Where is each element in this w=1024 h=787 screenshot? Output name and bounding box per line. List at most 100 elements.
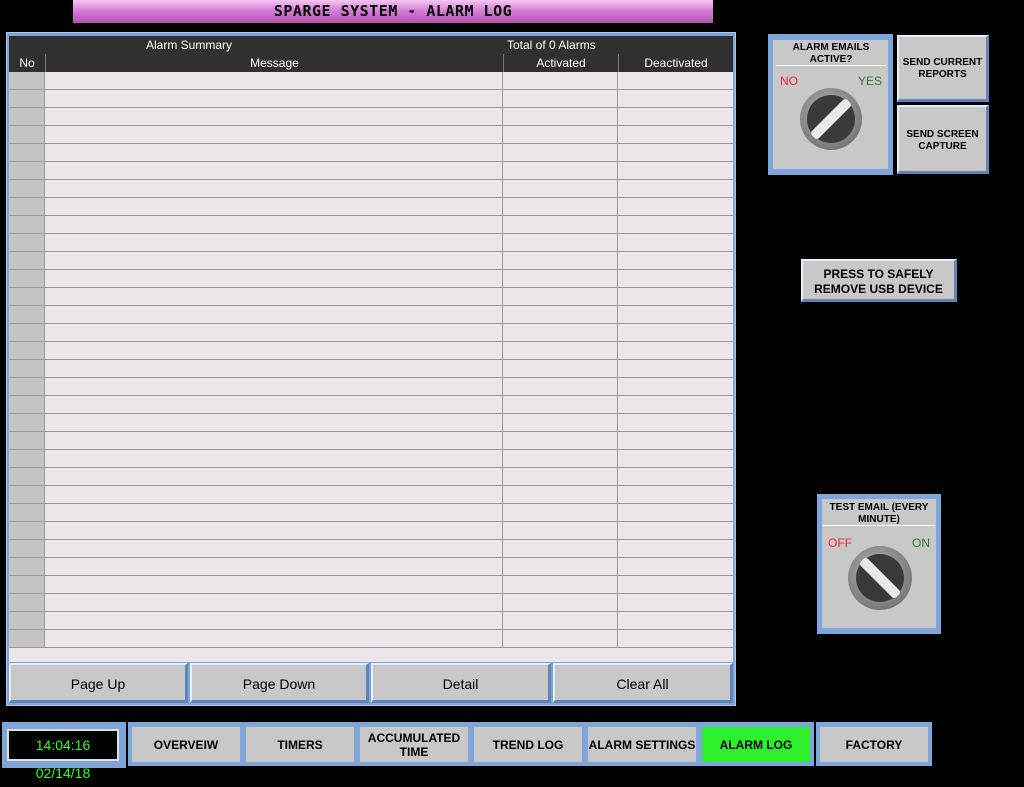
table-row[interactable] [9, 468, 733, 486]
table-cell [9, 414, 45, 431]
table-cell [45, 612, 503, 629]
alarm-table[interactable] [9, 72, 733, 650]
table-cell [45, 180, 503, 197]
table-row[interactable] [9, 198, 733, 216]
table-row[interactable] [9, 594, 733, 612]
table-row[interactable] [9, 450, 733, 468]
table-cell [503, 378, 618, 395]
test-email-off-label: OFF [828, 536, 852, 550]
table-cell [9, 396, 45, 413]
table-cell [9, 612, 45, 629]
detail-button[interactable]: Detail [371, 663, 551, 703]
table-cell [618, 108, 733, 125]
table-row[interactable] [9, 324, 733, 342]
table-row[interactable] [9, 72, 733, 90]
table-cell [618, 306, 733, 323]
table-row[interactable] [9, 144, 733, 162]
table-row[interactable] [9, 342, 733, 360]
table-cell [618, 612, 733, 629]
table-row[interactable] [9, 126, 733, 144]
table-cell [9, 324, 45, 341]
table-cell [9, 180, 45, 197]
nav-trend-log[interactable]: TREND LOG [470, 722, 586, 766]
column-header-activated[interactable]: Activated [503, 54, 618, 72]
nav-alarm-log[interactable]: ALARM LOG [698, 722, 814, 766]
table-cell [9, 234, 45, 251]
column-header-deactivated[interactable]: Deactivated [618, 54, 733, 72]
alarm-emails-rotary-switch-icon[interactable] [800, 88, 862, 150]
table-row[interactable] [9, 360, 733, 378]
table-row[interactable] [9, 90, 733, 108]
table-row[interactable] [9, 288, 733, 306]
table-row[interactable] [9, 558, 733, 576]
table-row[interactable] [9, 522, 733, 540]
table-cell [45, 288, 503, 305]
table-cell [9, 594, 45, 611]
table-cell [9, 288, 45, 305]
table-cell [618, 594, 733, 611]
table-row[interactable] [9, 216, 733, 234]
test-email-on-label: ON [912, 536, 930, 550]
table-row[interactable] [9, 234, 733, 252]
table-cell [618, 576, 733, 593]
column-header-no[interactable]: No [9, 54, 45, 72]
table-cell [45, 414, 503, 431]
table-cell [45, 216, 503, 233]
page-up-button[interactable]: Page Up [9, 663, 188, 703]
table-cell [503, 144, 618, 161]
nav-alarm-settings[interactable]: ALARM SETTINGS [584, 722, 700, 766]
table-cell [9, 378, 45, 395]
table-row[interactable] [9, 180, 733, 198]
table-row[interactable] [9, 432, 733, 450]
remove-usb-device-button[interactable]: PRESS TO SAFELY REMOVE USB DEVICE [801, 259, 957, 302]
table-cell [503, 288, 618, 305]
table-row[interactable] [9, 108, 733, 126]
table-cell [45, 72, 503, 89]
test-email-rotary-switch-icon[interactable] [848, 546, 912, 610]
table-cell [503, 198, 618, 215]
table-cell [503, 108, 618, 125]
table-cell [618, 450, 733, 467]
table-cell [503, 450, 618, 467]
table-cell [503, 540, 618, 557]
table-row[interactable] [9, 504, 733, 522]
table-cell [503, 486, 618, 503]
table-row[interactable] [9, 576, 733, 594]
clear-all-button[interactable]: Clear All [553, 663, 733, 703]
table-row[interactable] [9, 306, 733, 324]
table-row[interactable] [9, 612, 733, 630]
table-cell [45, 270, 503, 287]
table-row[interactable] [9, 486, 733, 504]
table-cell [503, 630, 618, 647]
table-row[interactable] [9, 414, 733, 432]
table-row[interactable] [9, 252, 733, 270]
table-cell [45, 90, 503, 107]
table-cell [45, 342, 503, 359]
table-cell [618, 90, 733, 107]
table-cell [45, 360, 503, 377]
table-cell [9, 126, 45, 143]
table-cell [503, 72, 618, 89]
table-row[interactable] [9, 270, 733, 288]
nav-factory[interactable]: FACTORY [816, 722, 932, 766]
table-cell [9, 558, 45, 575]
table-row[interactable] [9, 630, 733, 648]
table-cell [45, 630, 503, 647]
table-cell [503, 306, 618, 323]
table-cell [9, 468, 45, 485]
table-row[interactable] [9, 162, 733, 180]
table-row[interactable] [9, 540, 733, 558]
table-cell [618, 324, 733, 341]
table-cell [618, 198, 733, 215]
send-current-reports-button[interactable]: SEND CURRENT REPORTS [897, 35, 989, 102]
nav-accumulated-time[interactable]: ACCUMULATED TIME [356, 722, 472, 766]
table-cell [618, 630, 733, 647]
column-header-message[interactable]: Message [45, 54, 503, 72]
table-cell [9, 630, 45, 647]
send-screen-capture-button[interactable]: SEND SCREEN CAPTURE [897, 105, 989, 174]
table-row[interactable] [9, 378, 733, 396]
page-down-button[interactable]: Page Down [190, 663, 369, 703]
nav-overview[interactable]: OVERVEIW [128, 722, 244, 766]
table-row[interactable] [9, 396, 733, 414]
nav-timers[interactable]: TIMERS [242, 722, 358, 766]
